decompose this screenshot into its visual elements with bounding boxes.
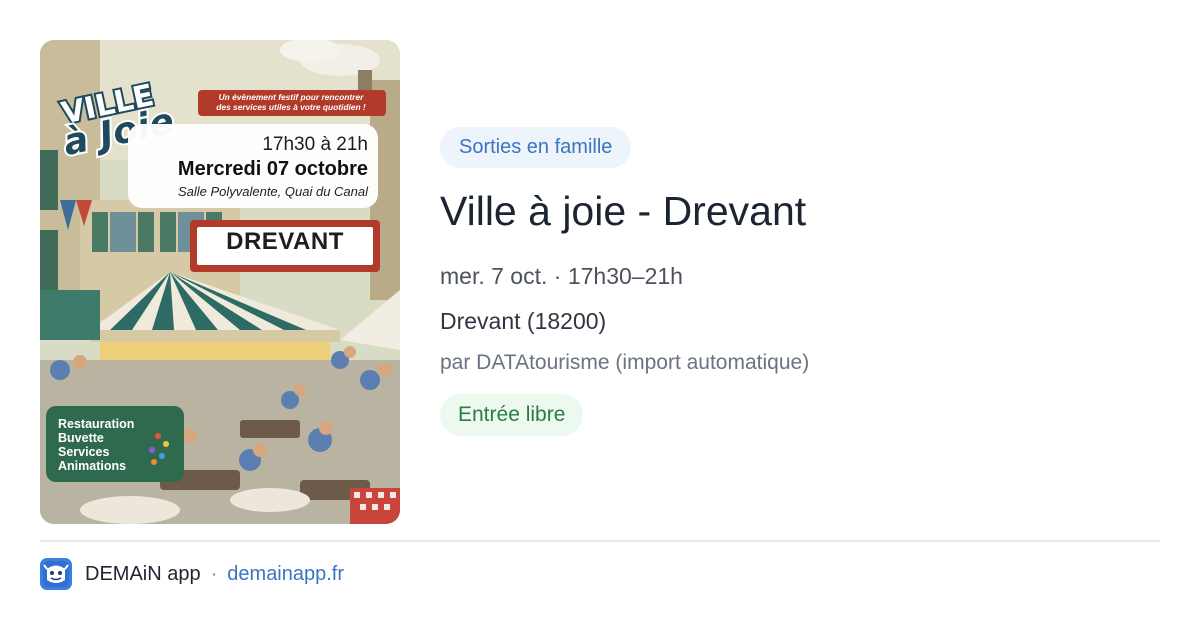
- poster-date: Mercredi 07 octobre: [177, 158, 368, 180]
- event-location: Drevant (18200): [440, 308, 607, 334]
- poster-feature: Buvette: [58, 431, 104, 445]
- event-datetime: mer. 7 oct. · 17h30–21h: [440, 263, 683, 289]
- price-chip: Entrée libre: [440, 394, 584, 436]
- poster-time: 17h30 à 21h: [262, 134, 368, 155]
- footer-divider: [40, 540, 1160, 542]
- demain-app-icon: [40, 558, 72, 590]
- poster-feature: Services: [58, 445, 110, 459]
- app-name: DEMAiN app: [85, 562, 201, 585]
- poster-tagline-line1: Un évènement festif pour rencontrer: [218, 92, 364, 102]
- footer: DEMAiN app · demainapp.fr: [40, 558, 344, 590]
- poster-feature: Animations: [58, 459, 127, 473]
- poster-venue: Salle Polyvalente, Quai du Canal: [177, 184, 368, 199]
- app-website-link[interactable]: demainapp.fr: [227, 563, 344, 586]
- poster-tagline: Un évènement festif pour rencontrer des …: [198, 92, 384, 112]
- event-poster-image[interactable]: VILLE à Joie Un évènement festif pour re…: [40, 40, 400, 524]
- category-chip[interactable]: Sorties en famille: [440, 127, 632, 168]
- footer-separator: ·: [210, 562, 218, 585]
- poster-town-sign: DREVANT: [226, 228, 344, 255]
- poster-features: Restauration Buvette Services Animations: [58, 417, 134, 473]
- poster-tagline-line2: des services utiles à votre quotidien !: [216, 102, 366, 112]
- event-title: Ville à joie - Drevant: [440, 188, 807, 234]
- poster-feature: Restauration: [58, 417, 135, 431]
- event-source: par DATAtourisme (import automatique): [440, 351, 810, 374]
